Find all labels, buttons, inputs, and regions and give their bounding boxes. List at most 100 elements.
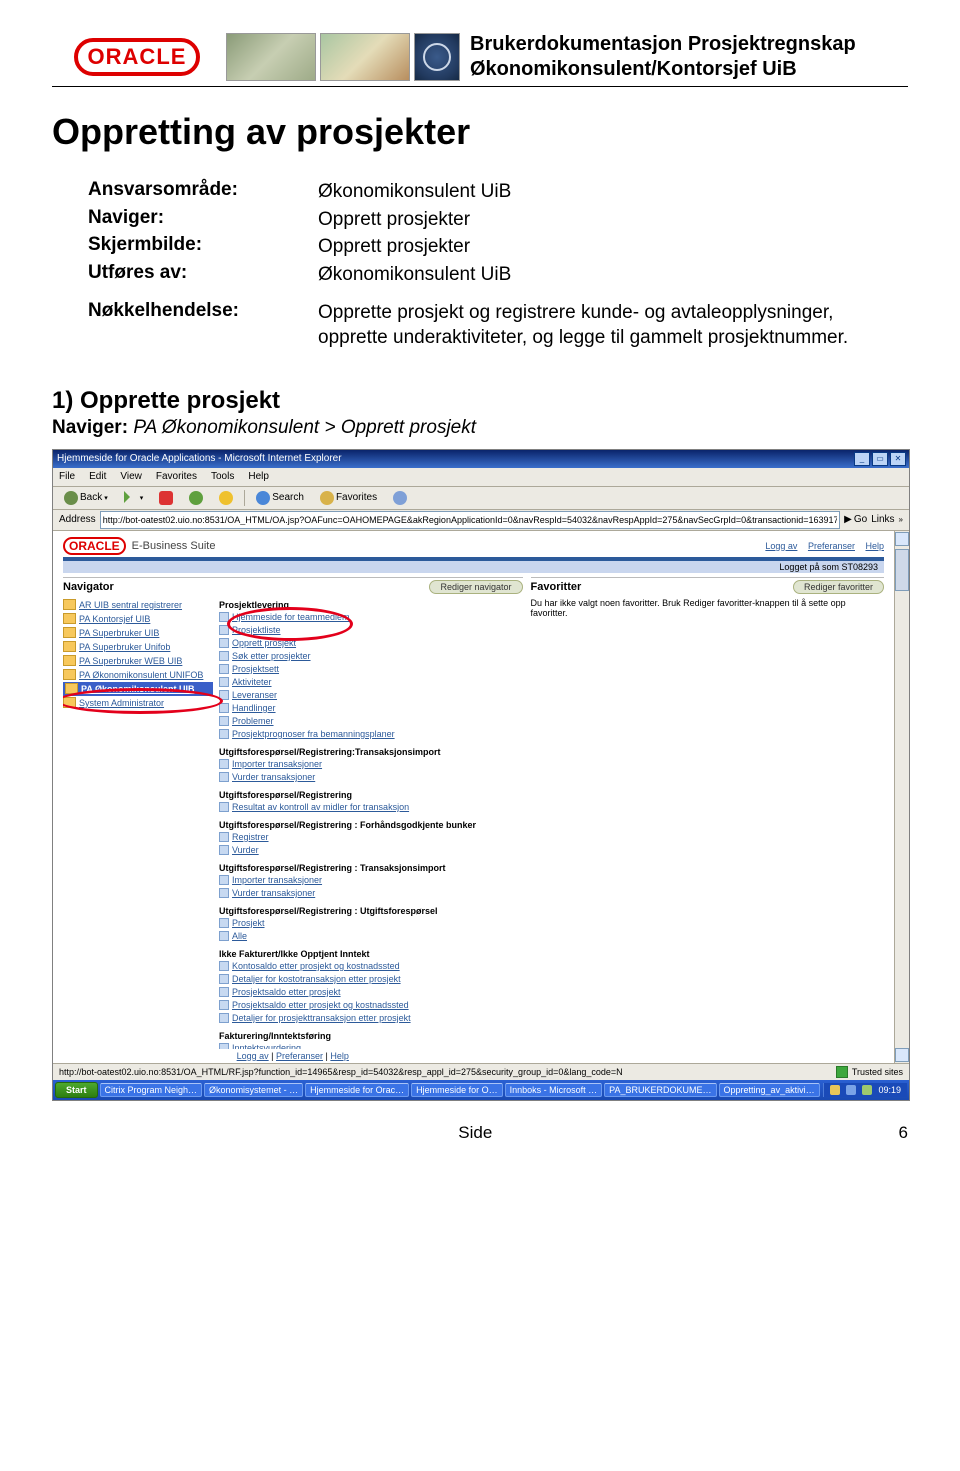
nav-function-item[interactable]: Prosjektsaldo etter prosjekt og kostnads… (219, 999, 523, 1012)
scroll-up-arrow-icon[interactable] (895, 532, 909, 546)
start-button[interactable]: Start (55, 1082, 98, 1098)
footer-pref[interactable]: Preferanser (276, 1051, 323, 1061)
home-button[interactable] (214, 490, 238, 506)
footer-help[interactable]: Help (330, 1051, 349, 1061)
go-button[interactable]: ▶ Go (844, 514, 867, 525)
nav-responsibility-link[interactable]: AR UIB sentral registrerer (79, 598, 182, 612)
refresh-button[interactable] (184, 490, 208, 506)
nav-function-item[interactable]: Importer transaksjoner (219, 874, 523, 887)
nav-function-item[interactable]: Alle (219, 930, 523, 943)
menu-help[interactable]: Help (248, 471, 269, 482)
menu-file[interactable]: File (59, 471, 75, 482)
menu-view[interactable]: View (120, 471, 142, 482)
nav-responsibility-link[interactable]: PA Økonomikonsulent UIB (81, 682, 195, 696)
nav-function-item[interactable]: Registrer (219, 831, 523, 844)
taskbar-button[interactable]: Oppretting_av_aktivi… (719, 1083, 820, 1097)
nav-function-item[interactable]: Importer transaksjoner (219, 758, 523, 771)
minimize-button[interactable]: _ (854, 452, 870, 466)
nav-function-link[interactable]: Resultat av kontroll av midler for trans… (232, 801, 409, 814)
search-button[interactable]: Search (251, 490, 309, 506)
taskbar-button[interactable]: Innboks - Microsoft … (505, 1083, 603, 1097)
nav-function-link[interactable]: Prosjekt (232, 917, 265, 930)
nav-function-item[interactable]: Detaljer for prosjekttransaksjon etter p… (219, 1012, 523, 1025)
taskbar-button[interactable]: Hjemmeside for O… (411, 1083, 503, 1097)
nav-function-item[interactable]: Vurder (219, 844, 523, 857)
nav-function-link[interactable]: Importer transaksjoner (232, 758, 322, 771)
nav-responsibility-item[interactable]: PA Kontorsjef UIB (63, 612, 213, 626)
tray-icon[interactable] (830, 1085, 840, 1095)
nav-function-item[interactable]: Problemer (219, 715, 523, 728)
close-button[interactable]: ✕ (890, 452, 906, 466)
nav-function-link[interactable]: Handlinger (232, 702, 276, 715)
nav-responsibility-item[interactable]: PA Superbruker Unifob (63, 640, 213, 654)
links-label[interactable]: Links (871, 514, 894, 525)
taskbar-button[interactable]: PA_BRUKERDOKUME… (604, 1083, 716, 1097)
favorites-button[interactable]: Favorites (315, 490, 382, 506)
forward-button[interactable]: ▾ (119, 490, 149, 506)
nav-responsibility-item[interactable]: PA Økonomikonsulent UNIFOB (63, 668, 213, 682)
nav-function-link[interactable]: Prosjektprognoser fra bemanningsplaner (232, 728, 395, 741)
nav-responsibility-item[interactable]: PA Økonomikonsulent UIB (63, 682, 213, 696)
vertical-scrollbar[interactable] (894, 531, 909, 1063)
link-preferences[interactable]: Preferanser (808, 541, 855, 551)
menu-edit[interactable]: Edit (89, 471, 106, 482)
nav-function-link[interactable]: Søk etter prosjekter (232, 650, 311, 663)
link-help[interactable]: Help (865, 541, 884, 551)
nav-function-item[interactable]: Prosjektsett (219, 663, 523, 676)
nav-function-link[interactable]: Prosjektsaldo etter prosjekt (232, 986, 341, 999)
nav-function-link[interactable]: Prosjektsett (232, 663, 279, 676)
nav-function-item[interactable]: Vurder transaksjoner (219, 771, 523, 784)
nav-responsibility-item[interactable]: AR UIB sentral registrerer (63, 598, 213, 612)
nav-function-item[interactable]: Prosjekt (219, 917, 523, 930)
nav-function-item[interactable]: Leveranser (219, 689, 523, 702)
nav-function-item[interactable]: Kontosaldo etter prosjekt og kostnadsste… (219, 960, 523, 973)
nav-function-item[interactable]: Opprett prosjekt (219, 637, 523, 650)
nav-responsibility-link[interactable]: System Administrator (79, 696, 164, 710)
nav-responsibility-link[interactable]: PA Superbruker WEB UIB (79, 654, 182, 668)
footer-logoff[interactable]: Logg av (237, 1051, 269, 1061)
nav-function-link[interactable]: Detaljer for prosjekttransaksjon etter p… (232, 1012, 411, 1025)
nav-function-item[interactable]: Inntektsvurdering (219, 1042, 523, 1049)
menu-tools[interactable]: Tools (211, 471, 234, 482)
nav-function-link[interactable]: Kontosaldo etter prosjekt og kostnadsste… (232, 960, 400, 973)
nav-function-item[interactable]: Resultat av kontroll av midler for trans… (219, 801, 523, 814)
nav-function-link[interactable]: Problemer (232, 715, 274, 728)
nav-function-link[interactable]: Hjemmeside for teammedlem (232, 611, 350, 624)
nav-function-link[interactable]: Prosjektsaldo etter prosjekt og kostnads… (232, 999, 409, 1012)
edit-navigator-button[interactable]: Rediger navigator (429, 580, 522, 594)
nav-function-link[interactable]: Importer transaksjoner (232, 874, 322, 887)
nav-function-link[interactable]: Leveranser (232, 689, 277, 702)
nav-responsibility-link[interactable]: PA Superbruker UIB (79, 626, 159, 640)
taskbar-button[interactable]: Økonomisystemet - … (204, 1083, 303, 1097)
nav-function-link[interactable]: Inntektsvurdering (232, 1042, 301, 1049)
scroll-thumb[interactable] (895, 549, 909, 591)
nav-function-link[interactable]: Vurder transaksjoner (232, 887, 315, 900)
nav-function-link[interactable]: Prosjektliste (232, 624, 281, 637)
taskbar-button[interactable]: Hjemmeside for Orac… (305, 1083, 409, 1097)
nav-function-link[interactable]: Opprett prosjekt (232, 637, 296, 650)
nav-function-item[interactable]: Søk etter prosjekter (219, 650, 523, 663)
history-icon[interactable] (388, 490, 412, 506)
menu-favorites[interactable]: Favorites (156, 471, 197, 482)
nav-function-item[interactable]: Prosjektprognoser fra bemanningsplaner (219, 728, 523, 741)
nav-function-item[interactable]: Prosjektsaldo etter prosjekt (219, 986, 523, 999)
nav-responsibility-link[interactable]: PA Kontorsjef UIB (79, 612, 150, 626)
nav-function-link[interactable]: Registrer (232, 831, 269, 844)
nav-responsibility-link[interactable]: PA Superbruker Unifob (79, 640, 170, 654)
nav-function-item[interactable]: Vurder transaksjoner (219, 887, 523, 900)
nav-function-item[interactable]: Handlinger (219, 702, 523, 715)
back-button[interactable]: Back▾ (59, 490, 113, 506)
system-tray[interactable]: 09:19 (823, 1083, 907, 1097)
scroll-down-arrow-icon[interactable] (895, 1048, 909, 1062)
nav-function-item[interactable]: Aktiviteter (219, 676, 523, 689)
taskbar-button[interactable]: Citrix Program Neigh… (100, 1083, 203, 1097)
edit-favorites-button[interactable]: Rediger favoritter (793, 580, 884, 594)
address-input[interactable] (100, 511, 840, 529)
nav-function-link[interactable]: Vurder transaksjoner (232, 771, 315, 784)
nav-function-link[interactable]: Alle (232, 930, 247, 943)
nav-function-link[interactable]: Detaljer for kostotransaksjon etter pros… (232, 973, 401, 986)
nav-responsibility-item[interactable]: System Administrator (63, 696, 213, 710)
stop-button[interactable] (154, 490, 178, 506)
nav-function-item[interactable]: Detaljer for kostotransaksjon etter pros… (219, 973, 523, 986)
nav-function-item[interactable]: Hjemmeside for teammedlem (219, 611, 523, 624)
